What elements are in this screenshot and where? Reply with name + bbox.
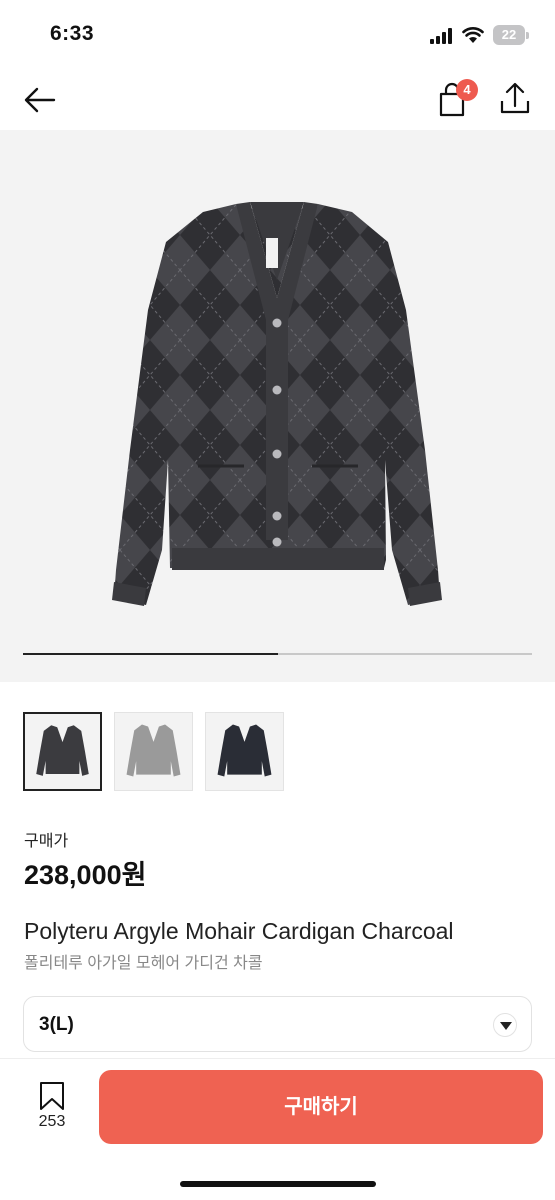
product-subtitle: 폴리테루 아가일 모헤어 가디건 차콜 xyxy=(24,955,263,972)
shopping-bag-button[interactable]: 4 xyxy=(434,78,478,120)
bottom-action-bar: 253 구매하기 xyxy=(0,1058,555,1200)
thumbnail-charcoal-image xyxy=(36,725,89,776)
thumbnail-grey[interactable] xyxy=(114,712,193,791)
bookmark-count: 253 xyxy=(38,1113,66,1130)
arrow-left-icon xyxy=(24,87,56,113)
size-select[interactable]: 3(L) xyxy=(23,996,532,1052)
share-button[interactable] xyxy=(496,80,534,118)
buy-button[interactable]: 구매하기 xyxy=(99,1070,543,1144)
back-button[interactable] xyxy=(20,80,60,120)
product-image-carousel[interactable] xyxy=(0,130,555,682)
home-indicator xyxy=(180,1181,376,1187)
cardigan-product-image xyxy=(112,202,442,606)
thumbnail-navy-image xyxy=(217,724,272,777)
wifi-icon xyxy=(462,27,484,43)
status-bar: 6:33 22 xyxy=(0,0,555,70)
product-title: Polyteru Argyle Mohair Cardigan Charcoal xyxy=(24,918,454,944)
carousel-progress-fill xyxy=(23,653,278,655)
battery-icon: 22 xyxy=(493,25,529,45)
thumbnail-charcoal[interactable] xyxy=(23,712,102,791)
cellular-signal-icon xyxy=(430,28,452,44)
status-time: 6:33 xyxy=(50,22,95,45)
price-label: 구매가 xyxy=(24,833,69,850)
battery-level: 22 xyxy=(501,27,517,42)
bag-count-badge: 4 xyxy=(456,79,478,101)
bookmark-icon xyxy=(40,1082,64,1110)
carousel-progress xyxy=(23,653,532,655)
price-value: 238,000원 xyxy=(24,860,147,890)
size-selected-value: 3(L) xyxy=(39,1014,74,1035)
bookmark-button[interactable]: 253 xyxy=(30,1079,74,1139)
chevron-down-icon[interactable] xyxy=(493,1013,517,1037)
share-icon xyxy=(500,82,530,114)
top-nav: 4 xyxy=(0,70,555,130)
thumbnail-grey-image xyxy=(126,724,181,777)
thumbnail-navy[interactable] xyxy=(205,712,284,791)
